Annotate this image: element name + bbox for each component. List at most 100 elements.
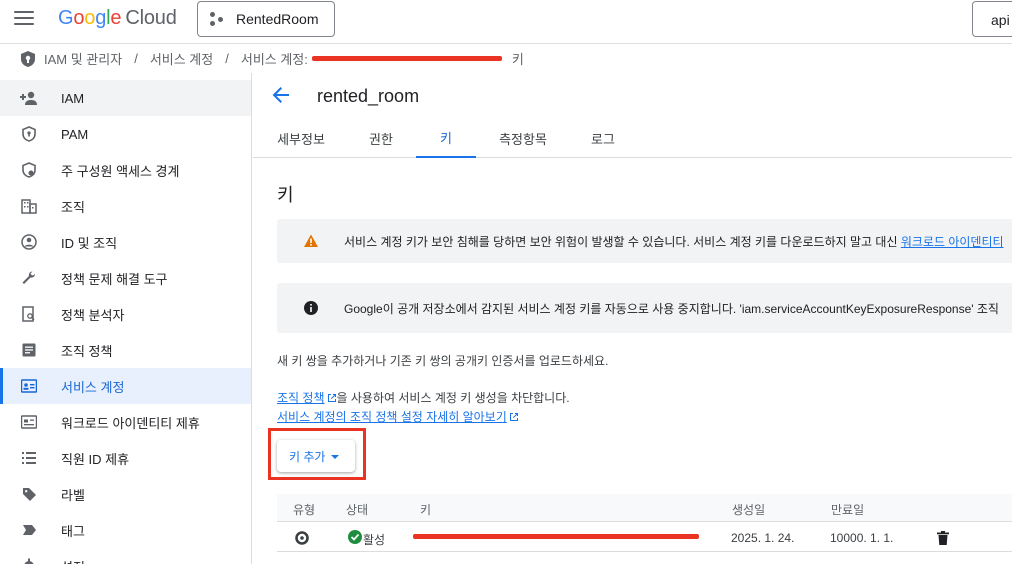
sidebar-item-label: ID 및 조직 — [61, 235, 118, 251]
page-title: rented_room — [317, 86, 420, 106]
api-button[interactable]: api — [972, 1, 1012, 37]
settings-icon — [20, 557, 38, 564]
breadcrumb-service-accounts[interactable]: 서비스 계정 — [150, 49, 213, 68]
sidebar-item-label: 주 구성원 액세스 경계 — [61, 163, 180, 179]
tab-keys[interactable]: 키 — [416, 118, 476, 158]
shield-icon — [21, 50, 35, 67]
org-policy-line: 조직 정책 을 사용하여 서비스 계정 키 생성을 차단합니다. — [277, 389, 570, 406]
sidebar-item-pam[interactable]: PAM — [0, 116, 251, 152]
sidebar-item-service-accounts[interactable]: 서비스 계정 — [0, 368, 251, 404]
tab-metrics[interactable]: 측정항목 — [479, 118, 567, 158]
tab-permissions[interactable]: 권한 — [349, 118, 413, 158]
sidebar-item-tags[interactable]: 태그 — [0, 512, 251, 548]
sidebar-item-label: 조직 정책 — [61, 343, 113, 359]
sidebar-item-label: 라벨 — [61, 487, 85, 503]
sidebar: IAM PAM 주 구성원 액세스 경계 조직 ID 및 조직 정책 문제 해결… — [0, 73, 252, 564]
breadcrumb-current-suffix: 키 — [511, 52, 524, 67]
back-arrow-icon[interactable] — [271, 85, 291, 105]
breadcrumb-separator: / — [134, 51, 138, 66]
list-document-icon — [20, 341, 38, 359]
add-key-label: 키 추가 — [289, 449, 326, 464]
breadcrumb-iam[interactable]: IAM 및 관리자 — [44, 49, 122, 68]
tab-bar: 세부정보 권한 키 측정항목 로그 — [253, 118, 1012, 158]
external-link-icon — [509, 413, 518, 421]
breadcrumb-separator: / — [225, 51, 229, 66]
breadcrumb-current-prefix: 서비스 계정: — [240, 52, 308, 67]
policy-search-icon — [20, 305, 38, 323]
sidebar-item-label: 워크로드 아이덴티티 제휴 — [61, 415, 200, 431]
org-policy-text: 을 사용하여 서비스 계정 키 생성을 차단합니다. — [336, 391, 570, 405]
sidebar-item-label: IAM — [61, 90, 85, 106]
top-bar: Google Cloud RentedRoom api — [0, 0, 1012, 40]
person-add-icon — [20, 89, 38, 107]
sidebar-item-label: 정책 문제 해결 도구 — [61, 271, 168, 287]
sidebar-item-label: 태그 — [61, 523, 85, 539]
building-icon — [20, 197, 38, 215]
project-icon — [210, 12, 226, 26]
sidebar-item-label: 직원 ID 제휴 — [61, 451, 130, 467]
created-date: 2025. 1. 24. — [731, 531, 795, 545]
warning-banner: 서비스 계정 키가 보안 침해를 당하면 보안 위험이 발생할 수 있습니다. … — [277, 219, 1012, 263]
sidebar-item-principal-access-boundary[interactable]: 주 구성원 액세스 경계 — [0, 152, 251, 188]
google-cloud-logo[interactable]: Google Cloud — [58, 7, 177, 30]
redaction-mark — [311, 56, 502, 61]
delete-icon[interactable] — [937, 531, 949, 545]
sidebar-item-workload-identity-federation[interactable]: 워크로드 아이덴티티 제휴 — [0, 404, 251, 440]
section-title: 키 — [277, 185, 294, 205]
service-account-icon — [20, 377, 38, 395]
main-content: rented_room 세부정보 권한 키 측정항목 로그 키 서비스 계정 키… — [253, 73, 1012, 564]
expiry-date: 10000. 1. 1. — [830, 531, 894, 545]
tag-arrow-icon — [20, 521, 38, 539]
external-link-icon — [327, 394, 336, 402]
column-header-key[interactable]: 키 — [420, 501, 431, 518]
sidebar-item-policy-analyzer[interactable]: 정책 분석자 — [0, 296, 251, 332]
info-banner: Google이 공개 저장소에서 감지된 서비스 계정 키를 자동으로 사용 중… — [277, 283, 1012, 333]
upload-description: 새 키 쌍을 추가하거나 기존 키 쌍의 공개키 인증서를 업로드하세요. — [277, 354, 609, 368]
label-icon — [20, 485, 38, 503]
learn-more-line: 서비스 계정의 조직 정책 설정 자세히 알아보기 — [277, 408, 519, 425]
sidebar-item-identity-organization[interactable]: ID 및 조직 — [0, 224, 251, 260]
learn-more-link[interactable]: 서비스 계정의 조직 정책 설정 자세히 알아보기 — [277, 410, 507, 424]
project-name: RentedRoom — [236, 11, 319, 27]
project-selector-button[interactable]: RentedRoom — [197, 1, 335, 37]
sidebar-item-policy-troubleshooter[interactable]: 정책 문제 해결 도구 — [0, 260, 251, 296]
tab-logs[interactable]: 로그 — [569, 118, 637, 158]
warning-text: 서비스 계정 키가 보안 침해를 당하면 보안 위험이 발생할 수 있습니다. … — [344, 234, 901, 249]
list-icon — [20, 449, 38, 467]
column-header-expires[interactable]: 만료일 — [831, 501, 864, 518]
main-menu-icon[interactable] — [14, 11, 34, 27]
tab-details[interactable]: 세부정보 — [253, 118, 349, 158]
info-text: Google이 공개 저장소에서 감지된 서비스 계정 키를 자동으로 사용 중… — [344, 301, 999, 316]
sidebar-item-label: 정책 분석자 — [61, 307, 125, 323]
sidebar-item-labels[interactable]: 라벨 — [0, 476, 251, 512]
sidebar-item-iam[interactable]: IAM — [0, 80, 251, 116]
status-text: 활성 — [363, 533, 386, 547]
sidebar-item-organization[interactable]: 조직 — [0, 188, 251, 224]
key-gear-icon — [295, 531, 309, 545]
breadcrumb: IAM 및 관리자 / 서비스 계정 / 서비스 계정: 키 — [0, 43, 1012, 73]
wrench-icon — [20, 269, 38, 287]
info-icon — [304, 301, 318, 315]
id-card-icon — [20, 413, 38, 431]
redaction-mark — [413, 534, 699, 539]
boundary-icon — [20, 161, 38, 179]
sidebar-item-org-policies[interactable]: 조직 정책 — [0, 332, 251, 368]
table-row: 활성 2025. 1. 24. 10000. 1. 1. — [277, 522, 1012, 552]
sidebar-item-label: 설정 — [61, 557, 85, 564]
sidebar-item-label: 서비스 계정 — [61, 379, 125, 395]
column-header-status[interactable]: 상태 — [346, 501, 368, 518]
add-key-button[interactable]: 키 추가 — [277, 440, 355, 472]
column-header-created[interactable]: 생성일 — [732, 501, 765, 518]
sidebar-item-settings[interactable]: 설정 — [0, 548, 251, 564]
chevron-down-icon — [331, 454, 340, 459]
account-circle-icon — [20, 233, 38, 251]
check-circle-icon — [348, 530, 362, 544]
shield-lock-icon — [20, 125, 38, 143]
workload-identity-link[interactable]: 워크로드 아이덴티티 — [901, 235, 1004, 249]
org-policy-link[interactable]: 조직 정책 — [277, 391, 325, 405]
table-header: 유형 상태 키 생성일 만료일 — [277, 494, 1012, 522]
warning-icon — [304, 234, 318, 247]
column-header-type[interactable]: 유형 — [293, 501, 315, 518]
sidebar-item-workforce-identity-federation[interactable]: 직원 ID 제휴 — [0, 440, 251, 476]
sidebar-item-label: PAM — [61, 126, 89, 142]
